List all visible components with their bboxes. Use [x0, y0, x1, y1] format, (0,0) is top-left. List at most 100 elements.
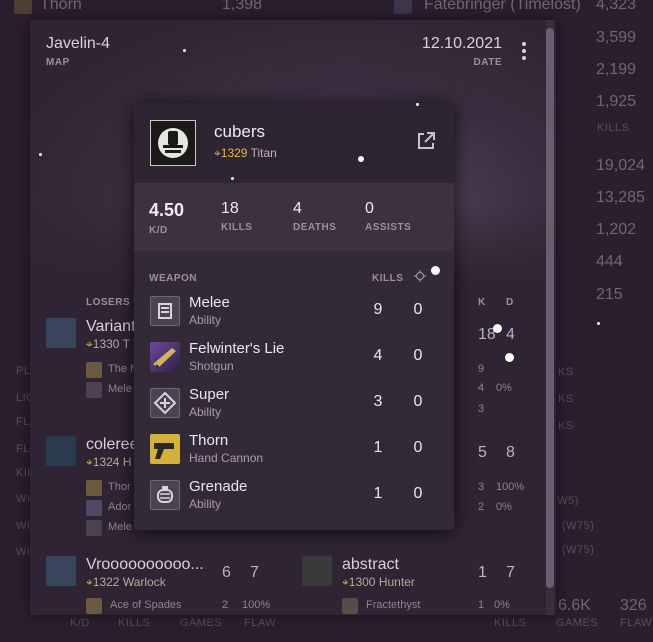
melee-icon: [86, 382, 102, 398]
bg-stat: 1,202: [596, 221, 637, 238]
player-deaths: 8: [506, 444, 515, 461]
weapon-kills: 3: [478, 403, 485, 415]
player-power: ⌖1329 Titan: [214, 146, 277, 160]
external-link-icon[interactable]: [416, 131, 436, 151]
bg-stat: 6.6K: [558, 597, 591, 614]
map-label: MAP: [46, 57, 70, 68]
bg-label: KS: [558, 420, 574, 432]
weapon-icon: [342, 598, 358, 614]
player-name: Variant: [86, 318, 136, 335]
bg-stat: 2,199: [596, 61, 637, 78]
grenade-ability-icon: [150, 480, 180, 510]
popup-header: cubers ⌖1329 Titan: [134, 103, 454, 183]
weapon-precision: 0: [413, 393, 423, 410]
sparkle-dot: [505, 353, 514, 362]
bg-label: FL: [16, 443, 30, 455]
sparkle-dot: [597, 322, 600, 325]
bg-label: KILLS: [118, 617, 151, 629]
scrollbar-thumb[interactable]: [546, 28, 554, 588]
weapon-row[interactable]: Super Ability 3 0: [134, 382, 454, 428]
bg-stat: 1,925: [596, 93, 637, 110]
stat-kd: 4.50 K/D: [149, 200, 185, 236]
sparkle-dot: [358, 156, 364, 162]
weapon-row[interactable]: Felwinter's Lie Shotgun 4 0: [134, 336, 454, 382]
bg-weapon-kills: 1,398: [222, 0, 263, 13]
weapon-name: Felwinter's Lie: [189, 340, 285, 357]
weapon-icon: [86, 598, 102, 614]
player-name: abstract: [342, 556, 399, 573]
player-kills: 5: [478, 444, 487, 461]
sparkle-dot: [431, 266, 440, 275]
player-name: cubers: [214, 122, 266, 141]
weapon-precision: 0%: [494, 599, 510, 611]
sparkle-dot: [231, 177, 234, 180]
weapon-precision: 0: [413, 485, 423, 502]
weapon-precision: 0: [413, 301, 423, 318]
player-deaths: 7: [250, 564, 259, 581]
bg-stat: 13,285: [596, 189, 645, 206]
weapon-kills: 3: [373, 393, 383, 410]
player-emblem-icon: [150, 120, 196, 166]
weapon-row[interactable]: Grenade Ability 1 0: [134, 474, 454, 520]
weapon-icon: [14, 0, 32, 14]
shotgun-icon: [150, 342, 180, 372]
match-date: 12.10.2021: [421, 35, 502, 52]
weapon-name: Fractethyst: [366, 599, 421, 611]
bg-stat: 215: [596, 286, 623, 303]
weapon-kills: 9: [478, 363, 485, 375]
bg-stat: 3,599: [596, 29, 637, 46]
more-options-icon[interactable]: [522, 42, 526, 63]
weapon-kills: 1: [373, 439, 383, 456]
weapon-kills: 1: [373, 485, 383, 502]
bg-label: GAMES: [556, 617, 599, 629]
player-kills: 6: [222, 564, 231, 581]
bg-label: WI: [16, 546, 31, 558]
bg-label: FL: [16, 416, 30, 428]
player-emblem: [302, 556, 332, 586]
stat-kills: 18 KILLS: [221, 200, 253, 233]
weapon-kills: 9: [373, 301, 383, 318]
weapon-icon: [86, 480, 102, 496]
weapon-precision: 100%: [496, 481, 525, 493]
weapon-name: Ador: [108, 501, 132, 513]
player-deaths: 4: [506, 326, 515, 343]
weapon-name: Thor: [108, 481, 131, 493]
weapon-row[interactable]: Thorn Hand Cannon 1 0: [134, 428, 454, 474]
bg-label: (W75): [562, 520, 595, 532]
weapon-kills: 1: [478, 599, 485, 611]
weapon-type: Ability: [189, 497, 222, 511]
weapon-type: Hand Cannon: [189, 451, 264, 465]
bg-label: GAMES: [180, 617, 223, 629]
crosshair-icon: [414, 270, 426, 285]
losers-label: LOSERS: [86, 297, 131, 308]
bg-stat: 19,024: [596, 157, 645, 174]
bg-label: KS: [558, 393, 574, 405]
sparkle-dot: [39, 153, 42, 156]
player-emblem: [46, 436, 76, 466]
player-emblem: [46, 556, 76, 586]
weapon-icon: [86, 362, 102, 378]
bg-label: (W75): [562, 544, 595, 556]
bg-weapon-name: Fatebringer (Timelost): [424, 0, 581, 13]
weapon-kills: 3: [478, 481, 485, 493]
map-name: Javelin-4: [46, 35, 111, 52]
bg-weapon-kills: 4,323: [596, 0, 637, 13]
super-ability-icon: [150, 388, 180, 418]
sparkle-dot: [493, 324, 502, 333]
weapon-kills: 4: [373, 347, 383, 364]
weapon-name: Super: [189, 386, 230, 403]
bg-label: PL: [16, 365, 31, 377]
weapon-precision: 0%: [496, 382, 512, 394]
bg-label: KILLS: [494, 617, 527, 629]
bg-label: WI: [16, 493, 31, 505]
weapon-precision: 0: [413, 347, 423, 364]
bg-stat: 444: [596, 253, 623, 270]
player-power: ⌖1300 Hunter: [342, 575, 415, 589]
weapon-precision: 0%: [496, 501, 512, 513]
weapon-kills: 2: [222, 599, 229, 611]
deaths-column-label: D: [506, 297, 514, 308]
weapon-kills: 4: [478, 382, 485, 394]
weapon-name: Melee: [189, 294, 230, 311]
weapon-row[interactable]: Melee Ability 9 0: [134, 290, 454, 336]
sparkle-dot: [416, 103, 419, 106]
